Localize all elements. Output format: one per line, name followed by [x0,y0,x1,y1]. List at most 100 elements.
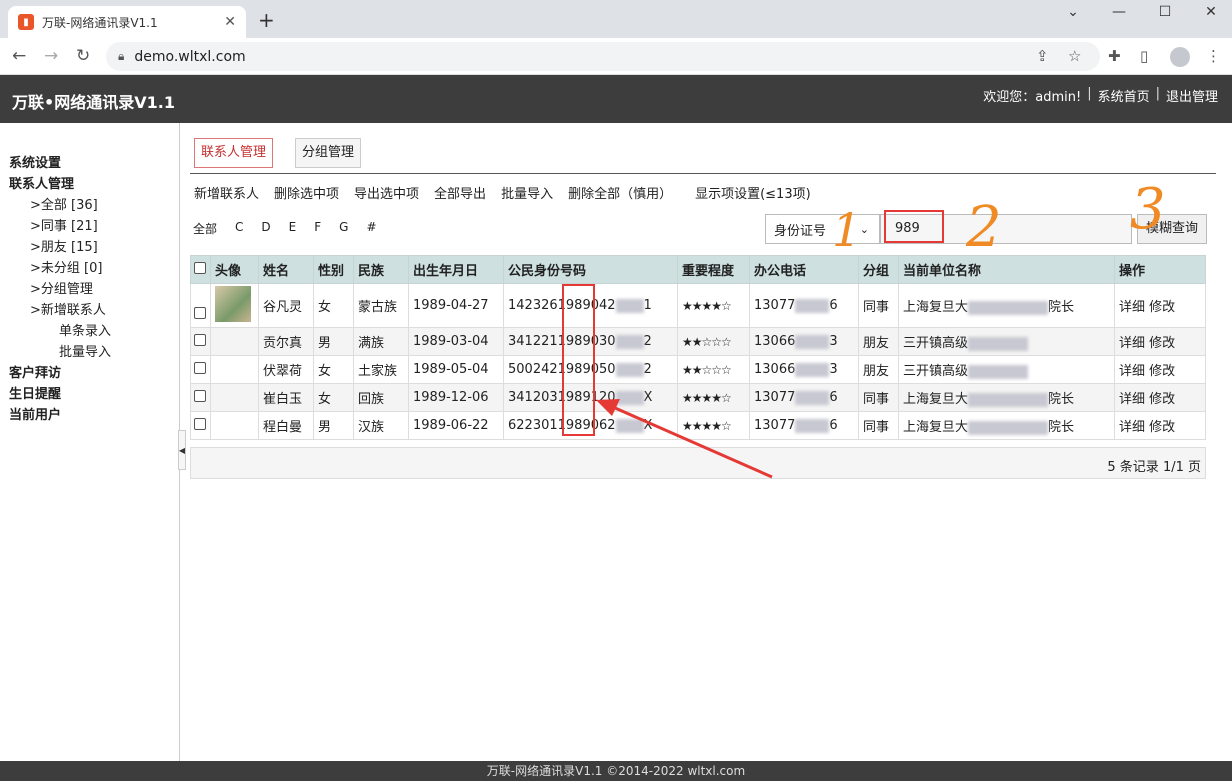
sidebar-item-current-user[interactable]: 当前用户 [9,404,61,423]
display-settings-link[interactable]: 显示项设置(≤13项) [695,183,811,202]
cell-birth: 1989-06-22 [408,411,504,440]
letter-e[interactable]: E [289,220,297,237]
row-select-cell [190,411,211,440]
profile-avatar[interactable] [1170,47,1190,67]
sidebar-item-single-entry[interactable]: 单条录入 [59,320,111,339]
logout-link[interactable]: 退出管理 [1166,86,1218,105]
tab-title: 万联-网络通讯录V1.1 [42,15,158,30]
sidebar-item-friend[interactable]: >朋友 [15] [30,236,98,255]
back-icon[interactable]: ← [12,46,26,66]
cell-ops[interactable]: 详细 修改 [1114,355,1206,384]
export-selected-link[interactable]: 导出选中项 [354,183,419,202]
sidebar-item-visit[interactable]: 客户拜访 [9,362,61,381]
sidebar-collapse-handle[interactable]: ◀ [178,430,186,470]
table-pager: 5 条记录 1/1 页 [190,447,1206,479]
delete-selected-link[interactable]: 删除选中项 [274,183,339,202]
share-icon[interactable]: ⇪ [1036,47,1049,65]
letter-c[interactable]: C [235,220,243,237]
letter-g[interactable]: G [339,220,348,237]
header-user-links: 欢迎您：admin! | 系统首页 | 退出管理 [983,86,1218,105]
cell-ops[interactable]: 详细 修改 [1114,383,1206,412]
tab-contacts[interactable]: 联系人管理 [194,138,274,168]
col-ops: 操作 [1114,255,1206,284]
cell-gender: 女 [313,383,354,412]
col-birth[interactable]: 出生年月日 [408,255,504,284]
browser-toolbar: ← → ↻ 🔒︎ demo.wltxl.com ⇪ ☆ ✚ ▯ ⋮ [0,38,1232,75]
page-footer: 万联-网络通讯录V1.1 ©2014-2022 wltxl.com [0,761,1232,781]
sidebar-item-system[interactable]: 系统设置 [9,152,61,171]
letter-d[interactable]: D [261,220,270,237]
avatar-cell [210,327,259,356]
delete-all-link[interactable]: 删除全部（慎用） [568,183,672,202]
bookmark-star-icon[interactable]: ☆ [1068,47,1081,65]
home-link[interactable]: 系统首页 [1098,86,1150,105]
extensions-icon[interactable]: ✚ [1108,47,1121,65]
row-checkbox[interactable] [194,307,206,319]
sidebar-item-all[interactable]: >全部 [36] [30,194,98,213]
cell-importance: ★★★★☆ [677,411,750,440]
cell-ops[interactable]: 详细 修改 [1114,411,1206,440]
tab-close-icon[interactable]: ✕ [224,14,236,30]
col-avatar[interactable]: 头像 [210,255,259,284]
browser-tab[interactable]: ▮ 万联-网络通讯录V1.1 ✕ [8,6,246,38]
redaction-blur [968,300,1049,315]
row-select-cell [190,283,211,328]
sidebar-item-birthday[interactable]: 生日提醒 [9,383,61,402]
sidebar-item-ungrouped[interactable]: >未分组 [0] [30,257,102,276]
cell-ops[interactable]: 详细 修改 [1114,283,1206,328]
sidebar-item-colleague[interactable]: >同事 [21] [30,215,98,234]
batch-import-link[interactable]: 批量导入 [501,183,553,202]
row-checkbox[interactable] [194,389,206,402]
col-ethnic[interactable]: 民族 [353,255,409,284]
forward-icon[interactable]: → [44,46,58,66]
side-panel-icon[interactable]: ▯ [1140,47,1148,65]
redaction-blur [968,392,1049,407]
cell-name: 伏翠荷 [258,355,314,384]
select-all-checkbox[interactable] [194,261,206,274]
letter-hash[interactable]: # [366,220,376,237]
col-name[interactable]: 姓名 [258,255,314,284]
phone-tail: 3 [829,362,838,377]
col-id[interactable]: 公民身份号码 [503,255,678,284]
org-visible-part: 上海复旦大 [903,392,969,407]
sidebar-item-contacts[interactable]: 联系人管理 [9,173,74,192]
col-org[interactable]: 当前单位名称 [898,255,1115,284]
table-row: 伏翠荷 女 土家族 1989-05-04 5002421989050 2 ★★☆☆… [190,355,1206,384]
col-gender[interactable]: 性别 [313,255,354,284]
letter-f[interactable]: F [314,220,321,237]
cell-org: 三开镇高级 [898,355,1115,384]
url-text: demo.wltxl.com [134,48,246,65]
search-field-select[interactable]: 身份证号 ⌄ [765,214,880,244]
highlight-box-id-match [562,284,595,436]
menu-kebab-icon[interactable]: ⋮ [1206,47,1221,65]
id-tail: X [643,418,653,433]
row-checkbox[interactable] [194,417,206,430]
phone-tail: 6 [829,298,838,313]
col-group[interactable]: 分组 [858,255,899,284]
separator: | [1087,86,1092,101]
row-checkbox[interactable] [194,333,206,346]
maximize-icon[interactable]: ☐ [1142,0,1188,24]
sidebar-item-add-contact[interactable]: >新增联系人 [30,299,106,318]
sidebar-item-batch-import[interactable]: 批量导入 [59,341,111,360]
contact-photo[interactable] [215,285,251,322]
id-tail: 1 [643,298,652,313]
add-contact-link[interactable]: 新增联系人 [194,183,259,202]
row-checkbox[interactable] [194,361,206,374]
reload-icon[interactable]: ↻ [76,46,90,66]
col-importance[interactable]: 重要程度 [677,255,750,284]
minimize-icon[interactable]: — [1096,0,1142,24]
tab-search-icon[interactable]: ⌄ [1050,0,1096,24]
letter-all[interactable]: 全部 [193,220,217,237]
sidebar-item-group-mgmt[interactable]: >分组管理 [30,278,93,297]
tab-groups[interactable]: 分组管理 [295,138,362,168]
fuzzy-search-button[interactable]: 模糊查询 [1137,214,1207,244]
new-tab-button[interactable]: + [258,8,275,32]
export-all-link[interactable]: 全部导出 [434,183,486,202]
row-select-cell [190,383,211,412]
org-visible-part: 三开镇高级 [903,364,969,379]
cell-ops[interactable]: 详细 修改 [1114,327,1206,356]
window-close-icon[interactable]: ✕ [1188,0,1232,24]
col-phone[interactable]: 办公电话 [749,255,859,284]
address-bar[interactable]: 🔒︎ demo.wltxl.com [106,42,1100,71]
